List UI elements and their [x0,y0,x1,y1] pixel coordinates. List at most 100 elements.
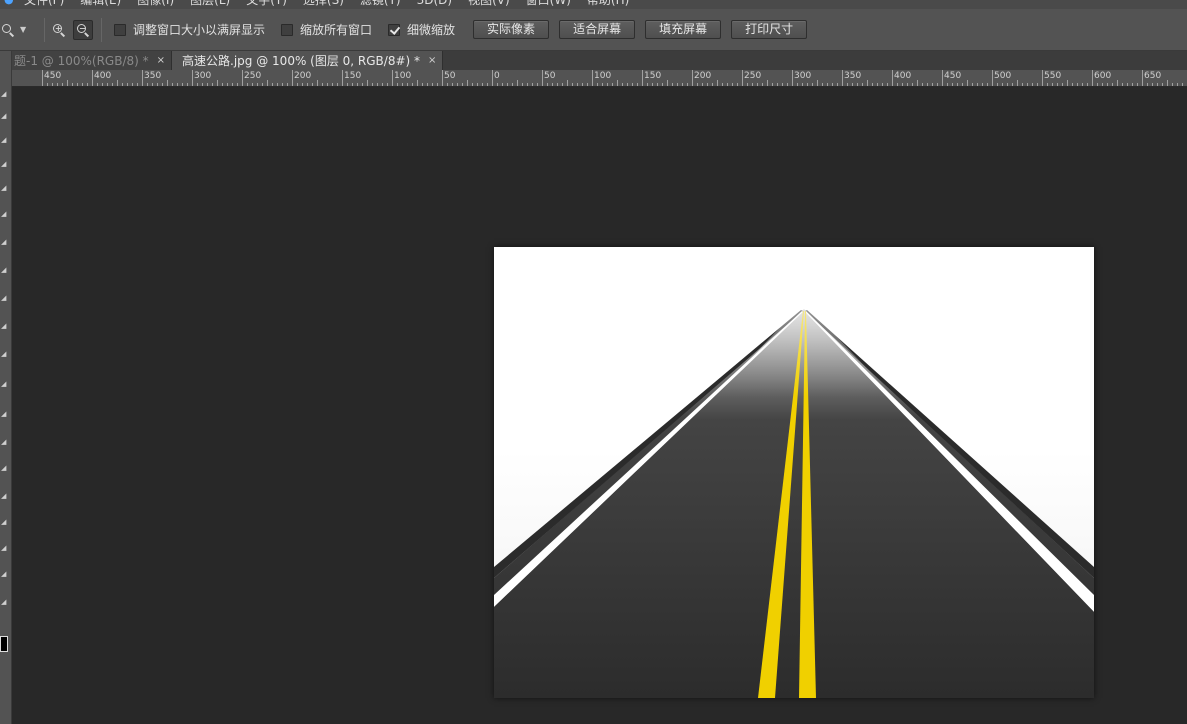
ruler-tick [912,83,913,86]
photoshop-window: ● 文件(F) 编辑(E) 图像(I) 图层(L) 文字(Y) 选择(S) 滤镜… [0,0,1187,724]
tool-icon[interactable]: ◢ [1,91,7,98]
ruler-tick [652,83,653,86]
zoom-all-windows-label: 缩放所有窗口 [300,23,373,37]
ruler-tick [387,83,388,86]
ruler-tick [347,83,348,86]
tool-icon[interactable]: ◢ [1,571,7,578]
ruler-tick [537,83,538,86]
tool-icon[interactable]: ◢ [1,267,7,274]
tool-icon[interactable]: ◢ [1,493,7,500]
ruler-label: 100 [394,71,412,81]
ruler-label: 200 [694,71,712,81]
ruler-tick [622,83,623,86]
menu-layer[interactable]: 图层(L) [190,0,230,9]
ruler-tick [542,70,543,86]
ruler-tick [867,80,868,86]
foreground-color-swatch[interactable] [0,636,8,652]
menu-select[interactable]: 选择(S) [303,0,344,9]
document-tab-highway[interactable]: 高速公路.jpg @ 100% (图层 0, RGB/8#) * × [172,51,444,70]
tool-icon[interactable]: ◢ [1,439,7,446]
ruler-tick [857,83,858,86]
ruler-tick [72,83,73,86]
ruler-label: 350 [844,71,862,81]
menu-edit[interactable]: 编辑(E) [80,0,121,9]
ruler-tick [807,83,808,86]
ruler-tick [272,83,273,86]
ruler-tick [1032,83,1033,86]
tool-icon[interactable]: ◢ [1,113,7,120]
tool-icon[interactable]: ◢ [1,295,7,302]
ruler-tick [1047,83,1048,86]
tool-preset-picker[interactable]: ▼ [0,23,40,37]
ruler-tick [517,80,518,86]
ruler-tick [1177,83,1178,86]
tool-icon[interactable]: ◢ [1,465,7,472]
horizontal-ruler[interactable]: 450 400 350 300 250 200 150 100 50 0 50 100 150 200 25… [12,70,1187,87]
ruler-tick [757,83,758,86]
zoom-all-windows-option[interactable]: 缩放所有窗口 [281,21,372,38]
zoom-all-windows-checkbox[interactable] [281,23,294,36]
tool-icon[interactable]: ◢ [1,161,7,168]
ruler-label: 50 [444,71,456,81]
scrubby-zoom-checkbox[interactable] [388,23,401,36]
ruler-tick [1137,83,1138,86]
ruler-tick [522,83,523,86]
ruler-tick [237,83,238,86]
tool-icon[interactable]: ◢ [1,239,7,246]
ruler-tick [382,83,383,86]
ruler-label: 250 [744,71,762,81]
ruler-tick [552,83,553,86]
canvas-area[interactable] [12,87,1187,724]
close-icon[interactable]: × [428,55,436,66]
tool-icon[interactable]: ◢ [1,185,7,192]
tool-icon[interactable]: ◢ [1,519,7,526]
ruler-tick [67,80,68,86]
menu-image[interactable]: 图像(I) [137,0,174,9]
ruler-tick [977,83,978,86]
ruler-tick [1042,70,1043,86]
menu-filter[interactable]: 滤镜(T) [360,0,401,9]
tool-icon[interactable]: ◢ [1,211,7,218]
ruler-tick [267,80,268,86]
print-size-button[interactable]: 打印尺寸 [731,20,808,39]
tool-icon[interactable]: ◢ [1,323,7,330]
ruler-tick [432,83,433,86]
ruler-label: 500 [994,71,1012,81]
fill-screen-button[interactable]: 填充屏幕 [645,20,722,39]
menu-help[interactable]: 帮助(H) [587,0,629,9]
ruler-tick [217,80,218,86]
resize-windows-checkbox[interactable] [114,23,126,36]
fit-screen-button[interactable]: 适合屏幕 [559,20,636,39]
zoom-out-button[interactable]: − [73,19,93,40]
menu-file[interactable]: 文件(F) [24,0,64,9]
tool-icon[interactable]: ◢ [1,137,7,144]
ruler-tick [182,83,183,86]
close-icon[interactable]: × [157,55,165,66]
ruler-tick [877,83,878,86]
menu-3d[interactable]: 3D(D) [417,0,452,9]
ruler-tick [897,83,898,86]
ruler-label: 150 [644,71,662,81]
menu-view[interactable]: 视图(V) [468,0,510,9]
ruler-tick [157,83,158,86]
tool-icon[interactable]: ◢ [1,545,7,552]
tool-icon[interactable]: ◢ [1,381,7,388]
ruler-label: 600 [1094,71,1112,81]
tool-icon[interactable]: ◢ [1,599,7,606]
menu-window[interactable]: 窗口(W) [526,0,571,9]
document-tab-untitled[interactable]: 题-1 @ 100%(RGB/8) * × [12,51,173,70]
ruler-tick [127,83,128,86]
resize-windows-option[interactable]: 调整窗口大小以满屏显示 [114,21,265,38]
tool-icon[interactable]: ◢ [1,351,7,358]
zoom-in-button[interactable]: + [49,20,69,40]
ruler-tick [682,83,683,86]
menu-type[interactable]: 文字(Y) [246,0,287,9]
ruler-tick [62,83,63,86]
ruler-tick [712,83,713,86]
scrubby-zoom-option[interactable]: 细微缩放 [388,21,455,38]
document-image-highway[interactable] [494,247,1094,698]
actual-pixels-button[interactable]: 实际像素 [473,20,550,39]
tool-icon[interactable]: ◢ [1,411,7,418]
ps-logo-icon: ● [4,0,14,7]
ruler-tick [662,83,663,86]
